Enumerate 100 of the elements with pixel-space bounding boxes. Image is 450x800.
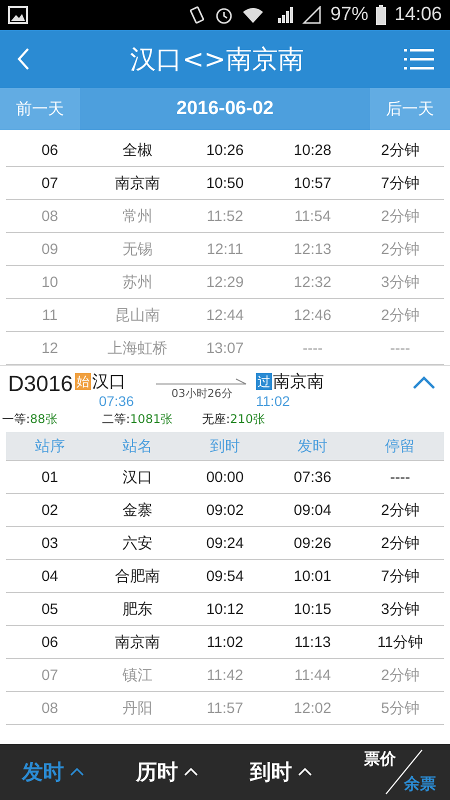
table-cell-text: 09:02 <box>205 502 245 518</box>
table-cell-text: 全椒 <box>121 140 154 160</box>
table-cell-text: 04 <box>40 568 60 584</box>
table-cell-text: 08 <box>40 208 60 224</box>
table-cell-text: 12 <box>40 340 60 356</box>
table-cell-text: 06 <box>40 634 60 650</box>
table-cell-text: 7分钟 <box>380 174 420 192</box>
table-cell-text: 08 <box>40 700 60 716</box>
table-cell-text: 10:26 <box>205 142 245 158</box>
table-cell-text: 3分钟 <box>380 272 420 292</box>
duration: 03小时26分 <box>171 386 232 401</box>
signal-icon <box>302 6 322 24</box>
station-name: 南京南 <box>272 371 324 393</box>
arrival-time: 11:02 <box>256 393 291 409</box>
pass-badge: 过 <box>256 373 272 390</box>
table-cell-text: 11:02 <box>206 634 244 650</box>
table-cell-text: 昆山南 <box>114 306 161 324</box>
start-badge: 始 <box>74 373 91 390</box>
table-cell-text: 无锡 <box>121 240 154 258</box>
table-cell-text: 07 <box>40 174 60 192</box>
table-cell-text: 镇江 <box>121 666 154 684</box>
table-cell-text: 丹阳 <box>121 698 154 718</box>
table-cell-text: 2分钟 <box>380 206 420 226</box>
caret-icon <box>184 768 198 776</box>
table-cell-text: 02 <box>40 502 60 518</box>
table-cell-text: 11:13 <box>293 634 332 650</box>
train-number: D3016 <box>8 371 73 397</box>
price-toggle[interactable]: 票价 余票 <box>364 747 436 797</box>
table-cell-text: 11:44 <box>293 666 332 684</box>
table-cell-text: 常州 <box>121 206 154 226</box>
table-cell-text: 12:02 <box>292 700 332 716</box>
table-cell-text: 01 <box>40 468 60 486</box>
table-cell-text: 六安 <box>121 534 154 552</box>
table-cell-text: 09:24 <box>205 534 245 552</box>
table-cell-text: 10:28 <box>292 142 332 158</box>
table-cell-text: 汉口 <box>121 468 154 486</box>
sort-tab[interactable]: 到时 <box>250 758 364 786</box>
sort-tab[interactable]: 发时 <box>22 758 136 786</box>
column-header: 到时 <box>208 436 241 456</box>
table-cell-text: 11 <box>41 306 59 324</box>
table-cell-text: 12:29 <box>205 274 245 290</box>
image-icon <box>8 6 28 24</box>
table-cell-text: 上海虹桥 <box>106 338 168 358</box>
table-cell-text: 12:32 <box>292 274 332 290</box>
table-cell-text: 5分钟 <box>380 698 420 718</box>
station-name: 汉口 <box>92 371 126 393</box>
table-cell-text: 11:42 <box>206 666 244 684</box>
table-cell-text: 2分钟 <box>380 534 420 552</box>
table-cell-text: 2分钟 <box>380 500 420 520</box>
table-cell-text: 2分钟 <box>380 306 420 324</box>
battery-icon <box>376 5 386 25</box>
column-header: 停留 <box>384 436 416 456</box>
vibrate-icon <box>188 5 206 25</box>
alarm-icon <box>214 5 234 25</box>
seat-class: 一等: <box>2 412 30 426</box>
caret-icon <box>70 768 84 776</box>
table-cell-text: 南京南 <box>114 174 161 192</box>
column-header: 站序 <box>34 436 66 456</box>
collapse-icon[interactable] <box>412 376 436 390</box>
table-cell-text: 10:12 <box>205 600 245 618</box>
table-cell-text: 03 <box>40 534 60 552</box>
departure-time: 07:36 <box>98 393 134 409</box>
table-cell-text: 金寨 <box>121 500 154 520</box>
table-cell-text: 3分钟 <box>380 600 420 618</box>
table-cell-text: ---- <box>389 468 412 486</box>
ticket-count: 210张 <box>230 412 265 426</box>
wifi-icon <box>242 6 264 24</box>
column-header: 发时 <box>296 436 329 456</box>
table-cell-text: 09:04 <box>292 502 332 518</box>
table-cell-text: 苏州 <box>121 272 154 292</box>
sort-tab[interactable]: 历时 <box>136 758 250 786</box>
table-cell-text: 06 <box>40 142 60 158</box>
table-cell-text: 10:57 <box>292 174 332 192</box>
table-cell-text: 07:36 <box>292 468 332 486</box>
table-cell-text: 南京南 <box>114 632 161 652</box>
table-cell-text: 10 <box>40 274 60 290</box>
clock: 14:06 <box>394 4 442 26</box>
table-cell-text: 07 <box>40 666 60 684</box>
table-cell-text: 05 <box>40 600 60 618</box>
table-cell-text: 肥东 <box>121 600 154 618</box>
table-cell-text: 13:07 <box>205 340 245 356</box>
table-cell-text: 12:46 <box>292 306 332 324</box>
column-header: 站名 <box>121 436 154 456</box>
table-cell-text: 12:13 <box>292 240 332 258</box>
table-cell-text: 11分钟 <box>376 632 424 652</box>
table-cell-text: ---- <box>389 340 412 356</box>
table-cell-text: 合肥南 <box>114 566 161 586</box>
table-cell-text: 2分钟 <box>380 240 420 258</box>
ticket-count: 88张 <box>30 412 58 426</box>
caret-icon <box>298 768 312 776</box>
table-cell-text: 09:26 <box>292 534 332 552</box>
table-cell-text: 10:50 <box>205 174 245 192</box>
table-cell-text: 2分钟 <box>380 666 420 684</box>
menu-icon <box>404 47 434 71</box>
table-cell-text: 11:52 <box>206 208 244 224</box>
table-cell-text: 09:54 <box>205 568 245 584</box>
table-cell-text: 12:44 <box>205 306 245 324</box>
table-cell-text: ---- <box>302 340 324 356</box>
table-cell-text: 00:00 <box>205 468 245 486</box>
table-cell-text: 2分钟 <box>380 140 420 160</box>
